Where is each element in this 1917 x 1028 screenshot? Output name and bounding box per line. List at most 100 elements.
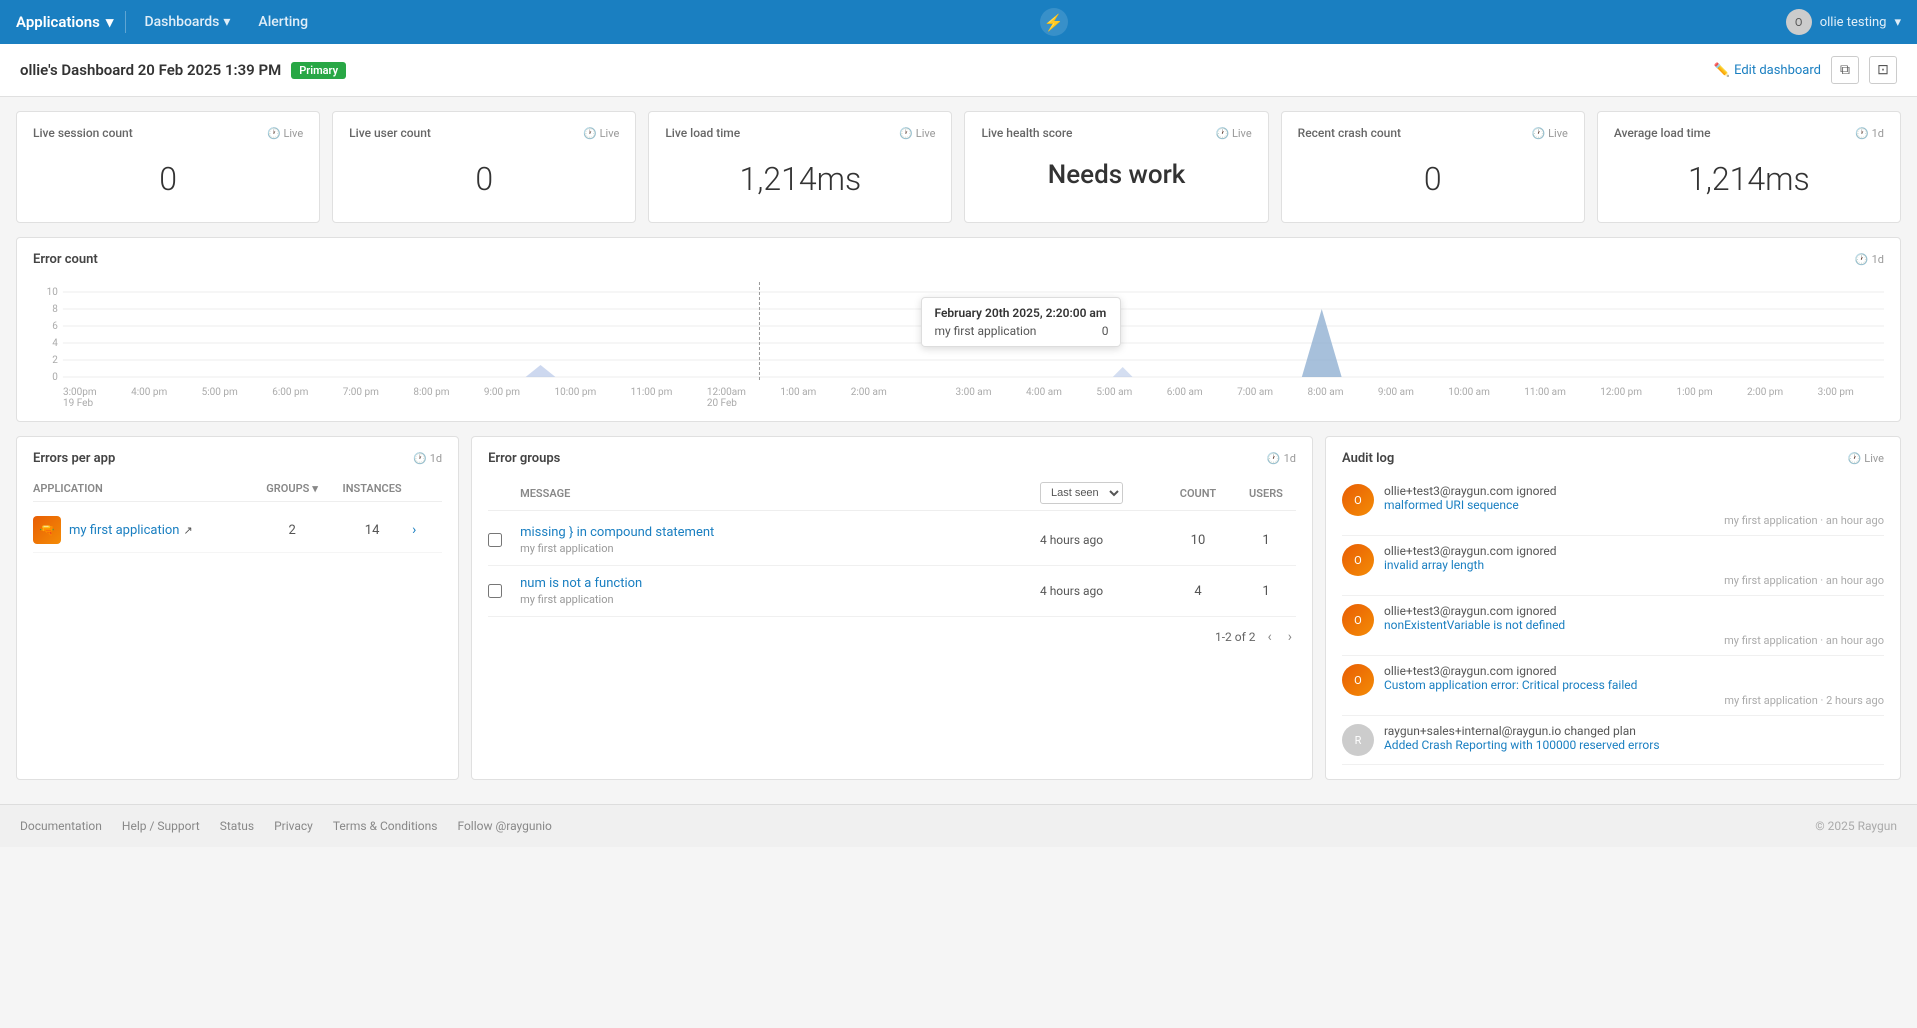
clock-icon-3: 🕐	[1267, 452, 1281, 465]
metric-card-badge-5: 🕐 1d	[1855, 127, 1884, 140]
user-avatar: O	[1786, 9, 1812, 35]
groups-sort-header[interactable]: Groups ▾	[252, 482, 332, 495]
last-seen-select[interactable]: Last seen First seen	[1040, 482, 1123, 504]
metric-card-header-0: Live session count 🕐 Live	[33, 126, 303, 140]
audit-avatar-3: O	[1342, 664, 1374, 696]
audit-action-2: ollie+test3@raygun.com ignored	[1384, 604, 1884, 618]
metric-card-value-5: 1,214ms	[1614, 150, 1884, 208]
error-groups-badge: 🕐 1d	[1267, 452, 1296, 465]
tooltip-count: 0	[1102, 324, 1109, 338]
main-content: Live session count 🕐 Live 0 Live user co…	[0, 97, 1917, 794]
audit-link-3[interactable]: Custom application error: Critical proce…	[1384, 678, 1884, 692]
lightning-icon: ⚡	[1040, 8, 1068, 36]
user-menu[interactable]: O ollie testing ▾	[1786, 9, 1901, 35]
error-group-row: missing } in compound statement my first…	[488, 515, 1296, 566]
metric-card-1: Live user count 🕐 Live 0	[332, 111, 636, 223]
fullscreen-button[interactable]: ⊡	[1869, 56, 1897, 84]
audit-action-3: ollie+test3@raygun.com ignored	[1384, 664, 1884, 678]
audit-avatar-4: R	[1342, 724, 1374, 756]
error-link-1[interactable]: num is not a function	[520, 576, 1032, 591]
x-label-23: 1:00 pm	[1676, 387, 1712, 409]
audit-link-2[interactable]: nonExistentVariable is not defined	[1384, 618, 1884, 632]
audit-action-0: ollie+test3@raygun.com ignored	[1384, 484, 1884, 498]
x-label-1: 4:00 pm	[131, 387, 167, 409]
metric-card-badge-2: 🕐 Live	[899, 127, 935, 140]
audit-meta-3: my first application · 2 hours ago	[1384, 694, 1884, 707]
pencil-icon: ✏️	[1714, 63, 1730, 78]
metric-card-value-3: Needs work	[981, 150, 1251, 200]
nav-divider	[125, 11, 126, 33]
pagination-next[interactable]: ›	[1284, 627, 1296, 647]
x-label-0: 3:00pm19 Feb	[63, 387, 97, 409]
tooltip-app: my first application	[934, 324, 1036, 338]
audit-action-1: ollie+test3@raygun.com ignored	[1384, 544, 1884, 558]
audit-entry-1: O ollie+test3@raygun.com ignored invalid…	[1342, 536, 1884, 596]
error-groups-header: Error groups 🕐 1d	[488, 451, 1296, 466]
x-label-19: 9:00 am	[1378, 387, 1414, 409]
audit-content-3: ollie+test3@raygun.com ignored Custom ap…	[1384, 664, 1884, 707]
metric-card-header-3: Live health score 🕐 Live	[981, 126, 1251, 140]
footer-status[interactable]: Status	[220, 819, 254, 833]
edit-dashboard-button[interactable]: ✏️ Edit dashboard	[1714, 63, 1821, 78]
errors-per-app-table-header: Application Groups ▾ Instances	[33, 476, 442, 502]
footer-privacy[interactable]: Privacy	[274, 819, 313, 833]
error-groups-table-header: Message Last seen First seen Count Users	[488, 476, 1296, 511]
metric-card-header-1: Live user count 🕐 Live	[349, 126, 619, 140]
footer-follow[interactable]: Follow @raygunio	[457, 819, 551, 833]
audit-avatar-2: O	[1342, 604, 1374, 636]
errors-per-app-title: Errors per app	[33, 451, 115, 466]
metric-card-header-5: Average load time 🕐 1d	[1614, 126, 1884, 140]
metric-card-4: Recent crash count 🕐 Live 0	[1281, 111, 1585, 223]
audit-log-badge: 🕐 Live	[1848, 452, 1884, 465]
audit-link-0[interactable]: malformed URI sequence	[1384, 498, 1884, 512]
x-label-5: 8:00 pm	[413, 387, 449, 409]
audit-link-1[interactable]: invalid array length	[1384, 558, 1884, 572]
svg-text:8: 8	[52, 304, 58, 315]
bottom-panels: Errors per app 🕐 1d Application Groups ▾…	[16, 436, 1901, 780]
app-name-cell: 🔫 my first application ↗	[33, 516, 252, 544]
audit-content-1: ollie+test3@raygun.com ignored invalid a…	[1384, 544, 1884, 587]
x-label-3: 6:00 pm	[272, 387, 308, 409]
x-label-17: 7:00 am	[1237, 387, 1273, 409]
footer-documentation[interactable]: Documentation	[20, 819, 102, 833]
pagination: 1-2 of 2 ‹ ›	[488, 627, 1296, 647]
metric-card-title-2: Live load time	[665, 126, 740, 140]
dashboards-menu[interactable]: Dashboards ▾	[130, 0, 244, 44]
error-group-checkbox-0[interactable]	[488, 533, 502, 547]
chart-title: Error count	[33, 252, 98, 267]
metric-card-5: Average load time 🕐 1d 1,214ms	[1597, 111, 1901, 223]
audit-entry-4: R raygun+sales+internal@raygun.io change…	[1342, 716, 1884, 765]
footer-terms[interactable]: Terms & Conditions	[333, 819, 438, 833]
x-label-21: 11:00 am	[1524, 387, 1566, 409]
duplicate-button[interactable]: ⧉	[1831, 56, 1859, 84]
subheader-right: ✏️ Edit dashboard ⧉ ⊡	[1714, 56, 1897, 84]
error-group-checkbox-1[interactable]	[488, 584, 502, 598]
metric-card-0: Live session count 🕐 Live 0	[16, 111, 320, 223]
x-label-11: 2:00 am	[851, 387, 887, 409]
audit-link-4[interactable]: Added Crash Reporting with 100000 reserv…	[1384, 738, 1884, 752]
table-row: 🔫 my first application ↗ 2 14 ›	[33, 508, 442, 553]
app-link[interactable]: my first application ↗	[69, 523, 193, 538]
sort-caret-icon: ▾	[312, 482, 318, 495]
footer-help[interactable]: Help / Support	[122, 819, 200, 833]
applications-menu[interactable]: Applications ▾	[16, 13, 113, 31]
audit-entry-2: O ollie+test3@raygun.com ignored nonExis…	[1342, 596, 1884, 656]
x-label-7: 10:00 pm	[554, 387, 596, 409]
alerting-menu[interactable]: Alerting	[244, 0, 322, 44]
error-link-0[interactable]: missing } in compound statement	[520, 525, 1032, 540]
row-arrow[interactable]: ›	[412, 522, 442, 538]
footer-links: Documentation Help / Support Status Priv…	[20, 819, 552, 833]
svg-text:4: 4	[52, 338, 58, 349]
svg-text:0: 0	[52, 372, 58, 383]
errors-per-app-panel: Errors per app 🕐 1d Application Groups ▾…	[16, 436, 459, 780]
metric-card-badge-3: 🕐 Live	[1216, 127, 1252, 140]
metric-cards: Live session count 🕐 Live 0 Live user co…	[16, 111, 1901, 223]
audit-avatar-0: O	[1342, 484, 1374, 516]
pagination-prev[interactable]: ‹	[1264, 627, 1276, 647]
tooltip-row: my first application 0	[934, 324, 1108, 338]
audit-log-title: Audit log	[1342, 451, 1394, 466]
audit-entry-0: O ollie+test3@raygun.com ignored malform…	[1342, 476, 1884, 536]
metric-card-value-0: 0	[33, 150, 303, 208]
dashboard-title: ollie's Dashboard 20 Feb 2025 1:39 PM	[20, 61, 281, 79]
top-navigation: Applications ▾ Dashboards ▾ Alerting ⚡ O…	[0, 0, 1917, 44]
